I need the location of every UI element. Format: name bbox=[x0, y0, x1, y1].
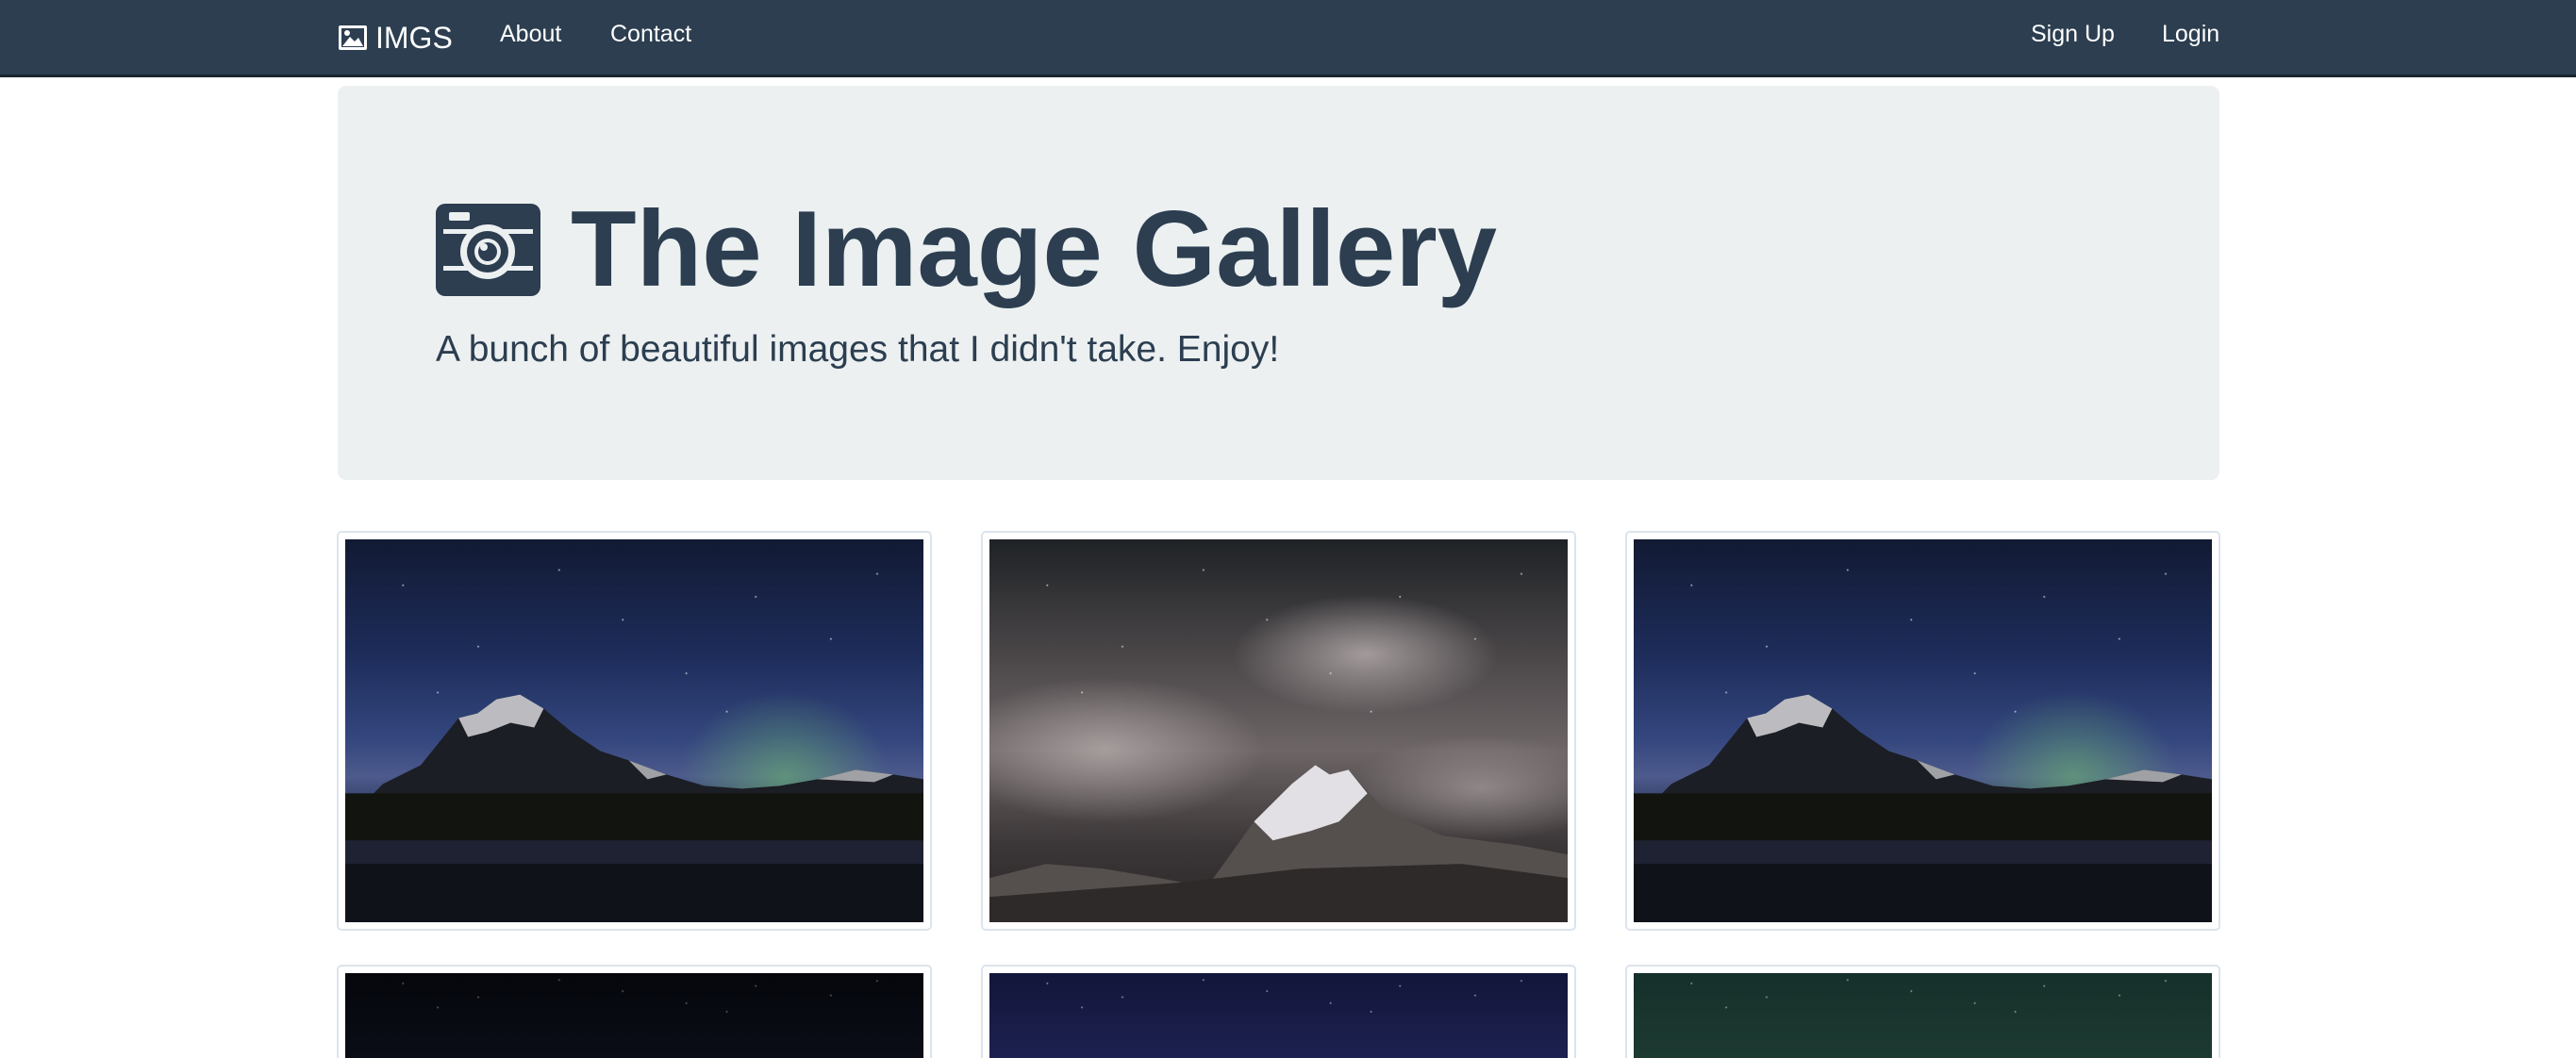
nav-link-about[interactable]: About bbox=[500, 21, 561, 48]
page-subtitle: A bunch of beautiful images that I didn'… bbox=[436, 329, 1280, 370]
hero-jumbotron: The Image Gallery A bunch of beautiful i… bbox=[338, 86, 2219, 480]
nav-link-login[interactable]: Login bbox=[2162, 21, 2219, 48]
gallery-thumbnail-6[interactable] bbox=[1625, 965, 2220, 1058]
page-title-text: The Image Gallery bbox=[571, 190, 1498, 309]
mountain-lake-aurora-icon bbox=[345, 539, 923, 922]
milky-way-night-icon bbox=[989, 973, 1568, 1058]
brand-label: IMGS bbox=[375, 20, 453, 55]
dark-starry-sky-icon bbox=[345, 973, 923, 1058]
mountain-lake-aurora-icon bbox=[1634, 539, 2212, 922]
page-title: The Image Gallery bbox=[436, 193, 1497, 306]
gallery-thumbnail-3[interactable] bbox=[1625, 531, 2220, 931]
snowy-peak-cloudy-night-icon bbox=[989, 539, 1568, 922]
gallery-thumbnail-5[interactable] bbox=[981, 965, 1576, 1058]
green-starry-sky-icon bbox=[1634, 973, 2212, 1058]
camera-icon bbox=[436, 204, 540, 296]
navbar-container: IMGS About Contact Sign Up Login bbox=[338, 0, 2219, 74]
gallery-thumbnail-4[interactable] bbox=[337, 965, 932, 1058]
nav-link-sign-up[interactable]: Sign Up bbox=[2031, 21, 2115, 48]
brand-link[interactable]: IMGS bbox=[338, 19, 453, 57]
image-icon bbox=[339, 25, 367, 50]
gallery-thumbnail-1[interactable] bbox=[337, 531, 932, 931]
gallery-thumbnail-2[interactable] bbox=[981, 531, 1576, 931]
top-navbar: IMGS About Contact Sign Up Login bbox=[0, 0, 2576, 77]
nav-link-contact[interactable]: Contact bbox=[610, 21, 691, 48]
